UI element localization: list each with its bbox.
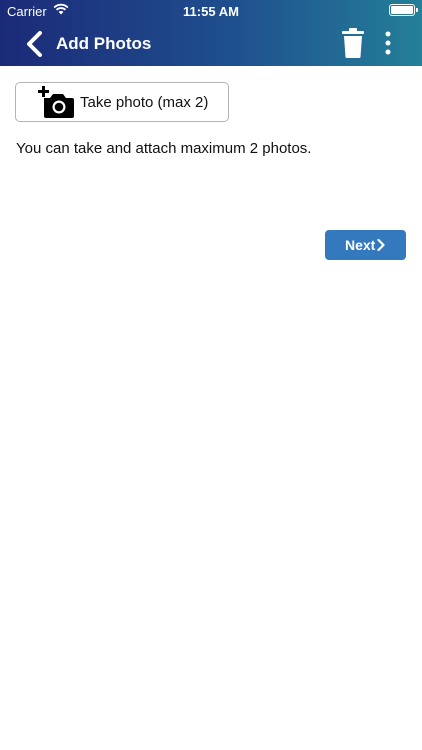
navigation-bar: Add Photos xyxy=(0,22,422,66)
take-photo-label: Take photo (max 2) xyxy=(80,94,209,111)
top-bar: Carrier 11:55 AM Add Photos xyxy=(0,0,422,66)
info-text: You can take and attach maximum 2 photos… xyxy=(16,140,312,157)
next-label: Next xyxy=(345,237,376,253)
add-camera-icon xyxy=(38,86,74,118)
chevron-right-icon xyxy=(377,239,385,251)
battery-icon xyxy=(389,4,418,16)
back-chevron-icon[interactable] xyxy=(22,30,46,58)
trash-icon[interactable] xyxy=(342,28,364,58)
next-button[interactable]: Next xyxy=(325,230,406,260)
page-title: Add Photos xyxy=(56,34,152,53)
more-vertical-icon[interactable] xyxy=(382,31,394,55)
status-time: 11:55 AM xyxy=(183,4,239,19)
status-bar: Carrier 11:55 AM xyxy=(0,0,422,22)
take-photo-button[interactable]: Take photo (max 2) xyxy=(15,82,229,122)
